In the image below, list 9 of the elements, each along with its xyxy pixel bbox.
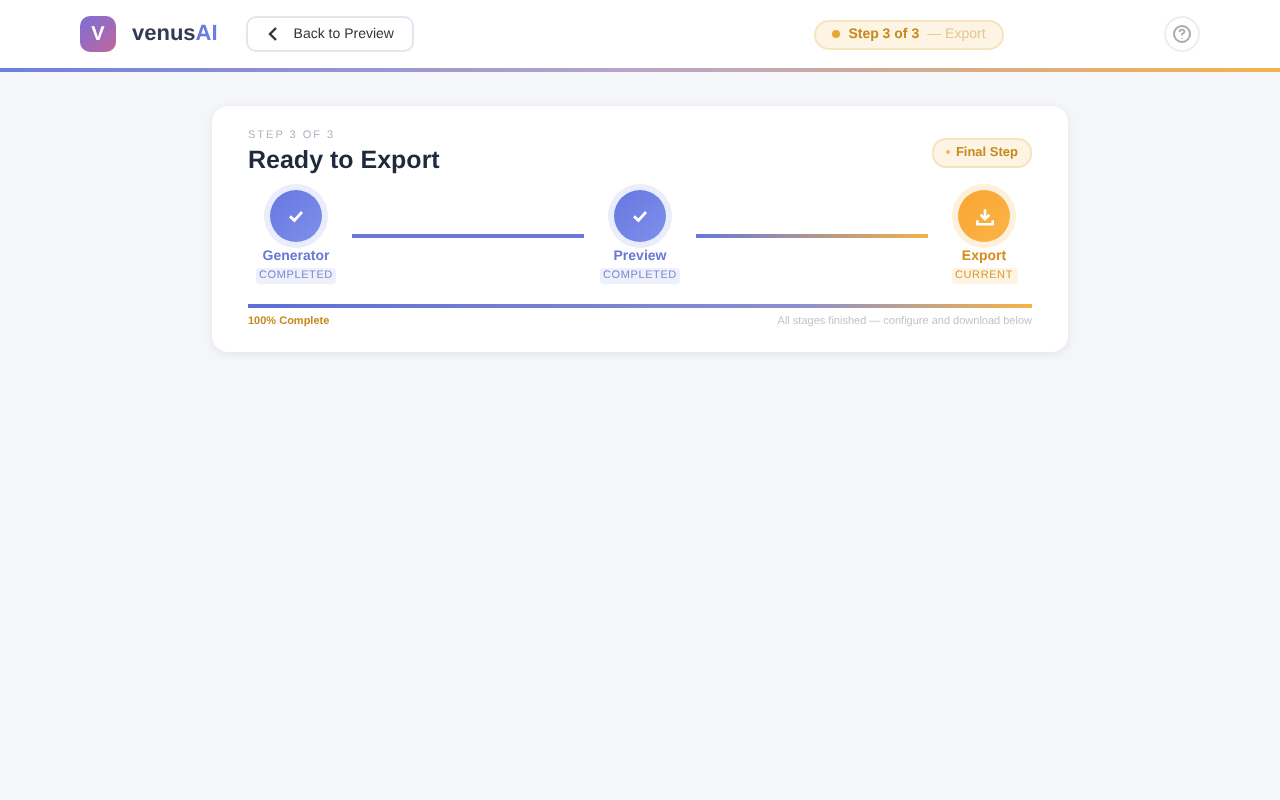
check-icon <box>270 190 322 242</box>
chevron-left-icon <box>265 26 282 42</box>
help-button[interactable] <box>1163 16 1200 52</box>
download-icon <box>958 190 1010 242</box>
card-title: Ready to Export <box>248 146 440 174</box>
help-icon <box>1171 24 1192 44</box>
check-icon <box>614 190 666 242</box>
logo-icon: V <box>80 16 116 52</box>
brand-name: venusAI <box>132 22 218 46</box>
